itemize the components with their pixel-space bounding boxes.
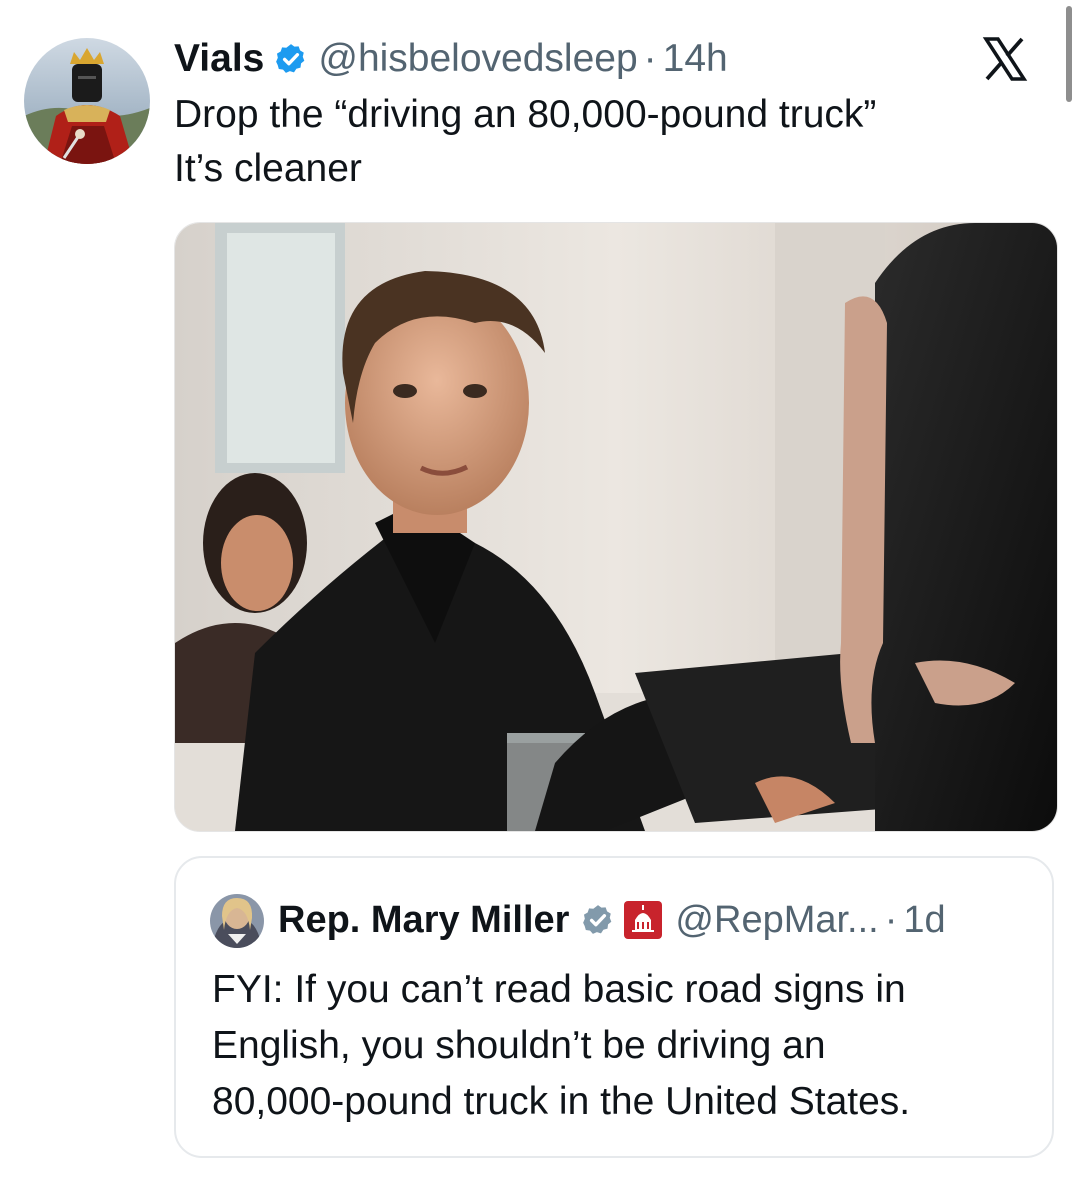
quote-text-line: English, you shouldn’t be driving an (212, 1024, 826, 1067)
x-logo-icon (982, 37, 1028, 81)
quote-text-line: FYI: If you can’t read basic road signs … (212, 968, 906, 1011)
tweet-text-line: Drop the “driving an 80,000-pound truck” (174, 93, 877, 136)
avatar[interactable] (24, 38, 150, 164)
tweet-photo[interactable] (174, 222, 1058, 832)
quote-timestamp[interactable]: 1d (903, 899, 945, 942)
tweet-header: Vials @hisbelovedsleep · 14h (174, 34, 728, 84)
tweet-text-line: It’s cleaner (174, 147, 362, 190)
quote-handle[interactable]: @RepMar... (675, 899, 878, 942)
timestamp[interactable]: 14h (663, 37, 728, 81)
quote-display-name[interactable]: Rep. Mary Miller (278, 899, 569, 942)
scrollbar[interactable] (1066, 6, 1072, 102)
crowned-knight-avatar-icon (24, 38, 150, 164)
quoted-tweet[interactable]: Rep. Mary Miller @RepMar... · 1d FYI: If… (174, 856, 1054, 1158)
quote-text: FYI: If you can’t read basic road signs … (212, 962, 1042, 1130)
tweet-text: Drop the “driving an 80,000-pound truck”… (174, 88, 1034, 196)
quote-separator-dot: · (884, 898, 898, 941)
capitol-gop-badge-icon (624, 901, 663, 939)
verified-badge-icon (276, 44, 305, 73)
movie-still-photo-icon (175, 223, 1057, 831)
quote-header: Rep. Mary Miller @RepMar... · 1d (278, 892, 946, 948)
display-name[interactable]: Vials (174, 37, 264, 81)
woman-portrait-avatar-icon (210, 894, 264, 948)
handle[interactable]: @hisbelovedsleep (318, 37, 637, 81)
gray-verified-badge-icon (583, 905, 612, 934)
separator-dot: · (643, 37, 657, 80)
quote-text-line: 80,000-pound truck in the United States. (212, 1080, 911, 1123)
quote-avatar[interactable] (210, 894, 264, 948)
